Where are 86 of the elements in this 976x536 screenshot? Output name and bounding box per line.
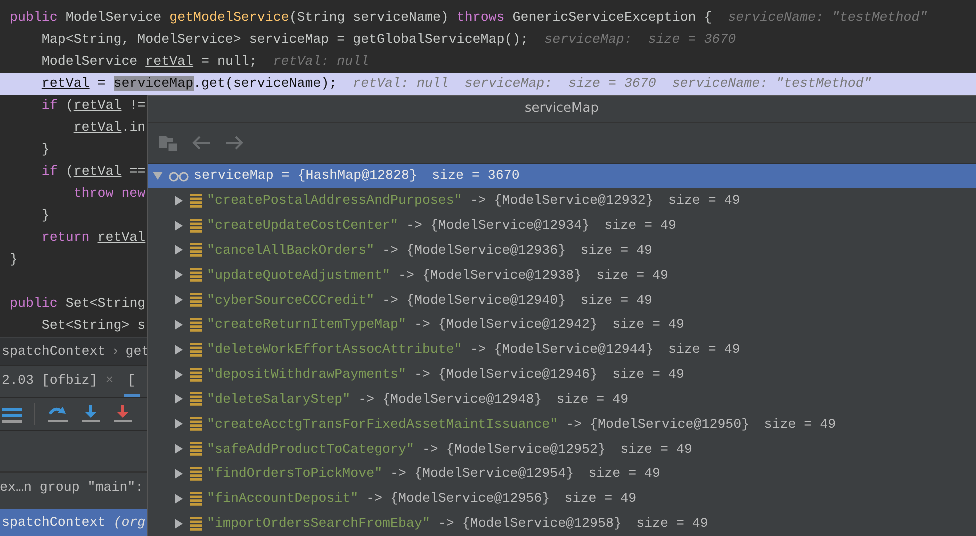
- session-tab[interactable]: [: [124, 366, 140, 397]
- tree-row[interactable]: "cyberSourceCCCredit" -> {ModelService@12940} size = 49: [148, 288, 976, 313]
- tree-row[interactable]: "findOrdersToPickMove" -> {ModelService@12954} size = 49: [148, 462, 976, 486]
- expand-arrow-icon[interactable]: [173, 368, 185, 381]
- tree-node-label: "createAcctgTransForFixedAssetMaintIssuance" -> {ModelService@12950} size = 49: [207, 416, 836, 432]
- bars-icon: [190, 392, 202, 406]
- tree-row[interactable]: "updateQuoteAdjustment" -> {ModelService@12938} size = 49: [148, 262, 976, 288]
- step-into-icon[interactable]: [81, 404, 101, 424]
- breadcrumb-item[interactable]: get: [126, 344, 150, 359]
- bars-icon: [190, 318, 202, 332]
- code-line: }: [42, 141, 50, 159]
- tree-row[interactable]: "createPostalAddressAndPurposes" -> {ModelService@12932} size = 49: [148, 188, 976, 214]
- tree-row[interactable]: "deleteSalaryStep" -> {ModelService@12948} size = 49: [148, 387, 976, 412]
- tree-row[interactable]: "finAccountDeposit" -> {ModelService@12956} size = 49: [148, 486, 976, 512]
- thread-selector[interactable]: ex…n group "main":: [0, 480, 144, 494]
- tree-node-label: "importOrdersSearchFromEbay" -> {ModelService@12958} size = 49: [207, 516, 708, 532]
- bars-icon: [190, 492, 202, 506]
- expand-arrow-icon[interactable]: [173, 418, 185, 430]
- expand-arrow-icon[interactable]: [173, 269, 185, 282]
- expand-arrow-icon[interactable]: [173, 344, 185, 356]
- code-line: public ModelService getModelService(String serviceName) throws GenericServiceException {: [10, 9, 712, 27]
- tree-node-label: "createUpdateCostCenter" -> {ModelService@12934} size = 49: [207, 218, 676, 234]
- expand-arrow-icon[interactable]: [173, 220, 185, 232]
- debug-hint: retVal: null serviceMap: size = 3670 serviceName: "testMethod": [353, 75, 872, 93]
- tree-node-label: "deleteWorkEffortAssocAttribute" -> {ModelService@12944} size = 49: [207, 342, 740, 358]
- force-step-into-icon[interactable]: [113, 404, 133, 424]
- code-line: public Set<String: [10, 295, 146, 313]
- bars-icon: [190, 194, 202, 208]
- session-tab[interactable]: 2.03 [ofbiz] ×: [0, 366, 116, 397]
- expand-arrow-icon[interactable]: [173, 443, 185, 456]
- bars-icon: [190, 417, 202, 432]
- code-line: Set<String> s: [42, 317, 146, 335]
- code-line: }: [42, 207, 50, 225]
- bars-icon: [190, 293, 202, 308]
- expand-arrow-icon[interactable]: [173, 518, 185, 530]
- expand-arrow-icon[interactable]: [173, 194, 185, 207]
- bars-icon: [190, 516, 202, 531]
- breadcrumb-separator: ›: [112, 344, 120, 359]
- tree-node-label: "deleteSalaryStep" -> {ModelService@12948} size = 49: [207, 392, 629, 407]
- stack-frame[interactable]: spatchContext (org: [0, 509, 147, 536]
- tree-node-label: "depositWithdrawPayments" -> {ModelService@12946} size = 49: [207, 367, 684, 382]
- tree-node-label: "cancelAllBackOrders" -> {ModelService@12936} size = 49: [207, 242, 653, 258]
- code-line: if (retVal !=: [42, 97, 146, 115]
- tree-node-label: "findOrdersToPickMove" -> {ModelService@12954} size = 49: [207, 466, 661, 482]
- code-line: if (retVal ==: [42, 163, 146, 181]
- bars-icon: [190, 243, 202, 258]
- tree-row[interactable]: "createAcctgTransForFixedAssetMaintIssuance" -> {ModelService@12950} size = 49: [148, 412, 976, 437]
- bars-icon: [190, 218, 202, 233]
- bars-icon: [190, 442, 202, 456]
- breadcrumb-item[interactable]: spatchContext: [2, 344, 106, 359]
- debug-hint: retVal: null: [273, 53, 370, 71]
- debug-hint: serviceMap: size = 3670: [544, 31, 736, 49]
- tree-row[interactable]: "safeAddProductToCategory" -> {ModelService@12952} size = 49: [148, 436, 976, 462]
- tree-node-label: "createPostalAddressAndPurposes" -> {ModelService@12932} size = 49: [207, 193, 740, 208]
- tree-node-label: "cyberSourceCCCredit" -> {ModelService@12940} size = 49: [207, 292, 653, 308]
- bars-icon: [190, 268, 202, 282]
- expand-arrow-icon[interactable]: [173, 318, 185, 331]
- expand-arrow-icon[interactable]: [173, 294, 185, 306]
- tree-node-label: serviceMap = {HashMap@12828} size = 3670: [194, 168, 520, 184]
- tree-row[interactable]: "cancelAllBackOrders" -> {ModelService@12936} size = 49: [148, 238, 976, 263]
- bars-icon: [190, 466, 202, 481]
- code-line: Map<String, ModelService> serviceMap = getGlobalServiceMap();: [42, 31, 529, 49]
- tree-row[interactable]: "createReturnItemTypeMap" -> {ModelService@12942} size = 49: [148, 312, 976, 338]
- expand-arrow-icon[interactable]: [173, 244, 185, 256]
- bars-icon: [190, 342, 202, 357]
- expand-arrow-icon[interactable]: [173, 468, 185, 480]
- tree-node-label: "finAccountDeposit" -> {ModelService@12956} size = 49: [207, 491, 637, 506]
- debug-hint: serviceName: "testMethod": [728, 9, 928, 27]
- code-line: retVal = serviceMap.get(serviceName);: [42, 75, 338, 93]
- expand-arrow-icon[interactable]: [173, 492, 185, 505]
- tree-row[interactable]: "deleteWorkEffortAssocAttribute" -> {ModelService@12944} size = 49: [148, 337, 976, 362]
- code-line: ModelService retVal = null;: [42, 53, 258, 71]
- code-line: return retVal: [42, 229, 146, 247]
- glasses-icon: [169, 170, 189, 182]
- tree-node-label: "safeAddProductToCategory" -> {ModelService@12952} size = 49: [207, 442, 692, 457]
- code-line: }: [10, 251, 18, 269]
- tree-node-label: "createReturnItemTypeMap" -> {ModelService@12942} size = 49: [207, 317, 684, 332]
- code-line: throw new: [74, 185, 146, 203]
- expand-arrow-icon[interactable]: [173, 393, 185, 406]
- tree-row[interactable]: "importOrdersSearchFromEbay" -> {ModelService@12958} size = 49: [148, 511, 976, 536]
- bars-icon: [190, 368, 202, 382]
- tree-node-label: "updateQuoteAdjustment" -> {ModelService@12938} size = 49: [207, 268, 668, 283]
- tree-row[interactable]: "createUpdateCostCenter" -> {ModelService@12934} size = 49: [148, 213, 976, 238]
- tree-row[interactable]: serviceMap = {HashMap@12828} size = 3670: [148, 164, 976, 188]
- tree-row[interactable]: "depositWithdrawPayments" -> {ModelService@12946} size = 49: [148, 362, 976, 388]
- code-line: retVal.in: [74, 119, 146, 137]
